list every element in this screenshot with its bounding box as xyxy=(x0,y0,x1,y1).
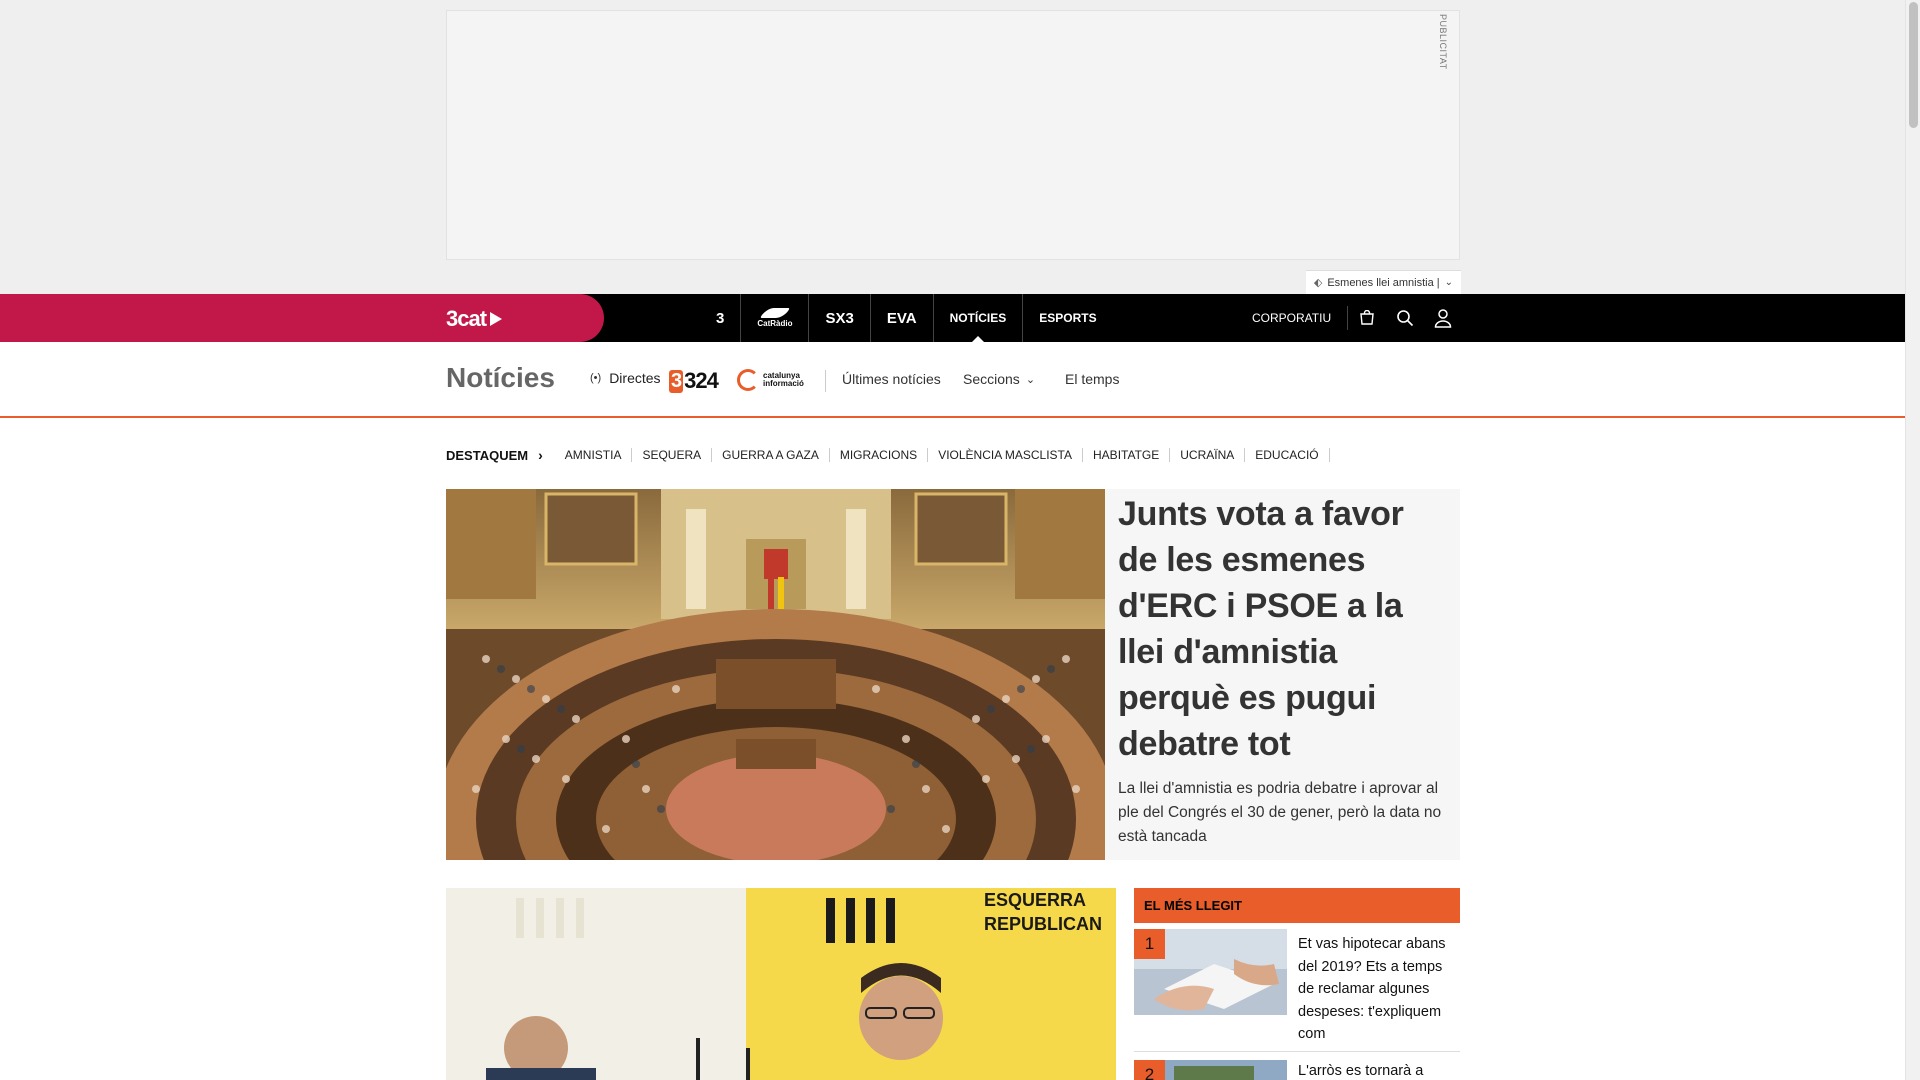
top-navigation: 3cat 3 CatRàdio SX3 EVA NOTÍCIES ESPORTS… xyxy=(0,294,1905,342)
seccions-dropdown[interactable]: Seccions ⌄ xyxy=(963,371,1035,387)
most-read-panel: EL MÉS LLEGIT 1 Et vas hipotecar abans d… xyxy=(1134,888,1460,1080)
tag-icon: ⬖ xyxy=(1313,277,1323,289)
lead-story-text: Junts vota a favor de les esmenes d'ERC … xyxy=(1118,491,1448,849)
channel-catradio[interactable]: CatRàdio xyxy=(741,294,810,342)
channel-tv3-label: 3 xyxy=(716,309,725,327)
tag-violencia-masclista[interactable]: VIOLÈNCIA MASCLISTA xyxy=(928,448,1084,462)
brand-background xyxy=(0,294,600,342)
lead-story-image[interactable] xyxy=(446,489,1105,860)
destaquem-text: DESTAQUEM xyxy=(446,447,529,463)
link-ultimes-noticies[interactable]: Últimes notícies xyxy=(842,371,941,387)
brand-curve xyxy=(560,294,604,342)
destaquem-bar: DESTAQUEM › AMNISTIA SEQUERA GUERRA A GA… xyxy=(446,446,1330,464)
ad-topic-label: Esmenes llei amnistia | xyxy=(1327,276,1440,289)
lead-story-title[interactable]: Junts vota a favor de les esmenes d'ERC … xyxy=(1118,491,1448,767)
directes-link[interactable]: (•) Directes xyxy=(590,370,661,386)
catinfo-icon xyxy=(737,369,759,391)
section-header: Notícies (•) Directes 3 324 catalunya info… xyxy=(0,342,1905,418)
nav-right: CORPORATIU xyxy=(1240,294,1462,342)
catradio-icon xyxy=(760,308,790,318)
link-el-temps[interactable]: El temps xyxy=(1065,371,1119,387)
scrollbar[interactable] xyxy=(1905,0,1920,1080)
channel-sx3-label: SX3 xyxy=(825,309,854,327)
rank-badge: 1 xyxy=(1134,929,1165,959)
lead-story-subtitle: La llei d'amnistia es podria debatre i a… xyxy=(1118,780,1442,845)
search-icon[interactable] xyxy=(1386,294,1424,342)
seccions-label: Seccions xyxy=(963,371,1020,387)
page: PUBLICITAT ⬖ Esmenes llei amnistia | ⌄ 3… xyxy=(0,0,1905,1080)
cart-icon[interactable] xyxy=(1348,294,1386,342)
most-read-heading: EL MÉS LLEGIT xyxy=(1134,888,1460,923)
most-read-thumbnail[interactable]: 1 xyxy=(1134,929,1287,1015)
tag-ucraina[interactable]: UCRAÏNA xyxy=(1170,448,1246,462)
chevron-down-icon: ⌄ xyxy=(1444,277,1453,288)
catinfo-line-2: informació xyxy=(763,379,804,388)
most-read-thumbnail[interactable]: 2 xyxy=(1134,1060,1287,1080)
live-broadcast-icon: (•) xyxy=(590,372,602,384)
destaquem-label[interactable]: DESTAQUEM › xyxy=(446,447,555,463)
chevron-down-icon: ⌄ xyxy=(1025,373,1036,386)
chevron-right-icon: › xyxy=(538,447,543,463)
logo-324-text: 324 xyxy=(684,368,719,393)
tag-educacio[interactable]: EDUCACIÓ xyxy=(1245,448,1330,462)
channel-tv3[interactable]: 3 xyxy=(700,294,742,342)
channel-catradio-label: CatRàdio xyxy=(757,319,793,328)
second-story-image[interactable]: ESQUERRA REPUBLICAN xyxy=(446,888,1116,1080)
channel-eva-label: EVA xyxy=(886,309,917,327)
logo-arrow-icon xyxy=(490,312,503,326)
tag-guerra-a-gaza[interactable]: GUERRA A GAZA xyxy=(712,448,830,462)
banner-line-2: REPUBLICAN xyxy=(984,914,1102,934)
nav-noticies[interactable]: NOTÍCIES xyxy=(934,294,1024,342)
most-read-item[interactable]: 2 L'arròs es tornarà a xyxy=(1134,1052,1460,1080)
logo-324-mark: 3 xyxy=(669,369,684,393)
lead-story[interactable]: Junts vota a favor de les esmenes d'ERC … xyxy=(446,489,1460,860)
logo-324[interactable]: 3 324 xyxy=(669,368,719,394)
logo-3cat[interactable]: 3cat xyxy=(446,306,503,332)
ad-slot[interactable] xyxy=(446,10,1460,260)
user-icon[interactable] xyxy=(1424,294,1462,342)
logo-3cat-text: 3cat xyxy=(446,306,487,331)
section-divider xyxy=(825,370,826,392)
rank-badge: 2 xyxy=(1134,1060,1165,1080)
most-read-item[interactable]: 1 Et vas hipotecar abans del 2019? Ets a… xyxy=(1134,923,1460,1052)
channel-eva[interactable]: EVA xyxy=(871,294,934,342)
tag-sequera[interactable]: SEQUERA xyxy=(632,448,713,462)
most-read-title[interactable]: L'arròs es tornarà a xyxy=(1298,1060,1450,1080)
ad-topic-dropdown[interactable]: ⬖ Esmenes llei amnistia | ⌄ xyxy=(1305,270,1461,294)
channel-list: 3 CatRàdio SX3 EVA NOTÍCIES ESPORTS xyxy=(700,294,1113,342)
ad-band: PUBLICITAT ⬖ Esmenes llei amnistia | ⌄ xyxy=(0,0,1905,294)
scrollbar-thumb[interactable] xyxy=(1909,2,1918,128)
banner-line-1: ESQUERRA xyxy=(984,890,1086,910)
ad-label: PUBLICITAT xyxy=(1438,14,1448,70)
nav-esports[interactable]: ESPORTS xyxy=(1023,294,1112,342)
tag-amnistia[interactable]: AMNISTIA xyxy=(555,448,633,462)
directes-label: Directes xyxy=(609,370,661,386)
nav-corporatiu[interactable]: CORPORATIU xyxy=(1240,306,1349,330)
catinfo-text: catalunya informació xyxy=(763,372,804,388)
channel-sx3[interactable]: SX3 xyxy=(809,294,871,342)
logo-catalunya-informacio[interactable]: catalunya informació xyxy=(737,369,804,391)
tag-migracions[interactable]: MIGRACIONS xyxy=(830,448,929,462)
section-title[interactable]: Notícies xyxy=(446,362,555,394)
most-read-title[interactable]: Et vas hipotecar abans del 2019? Ets a t… xyxy=(1298,933,1450,1051)
tag-habitatge[interactable]: HABITATGE xyxy=(1083,448,1171,462)
